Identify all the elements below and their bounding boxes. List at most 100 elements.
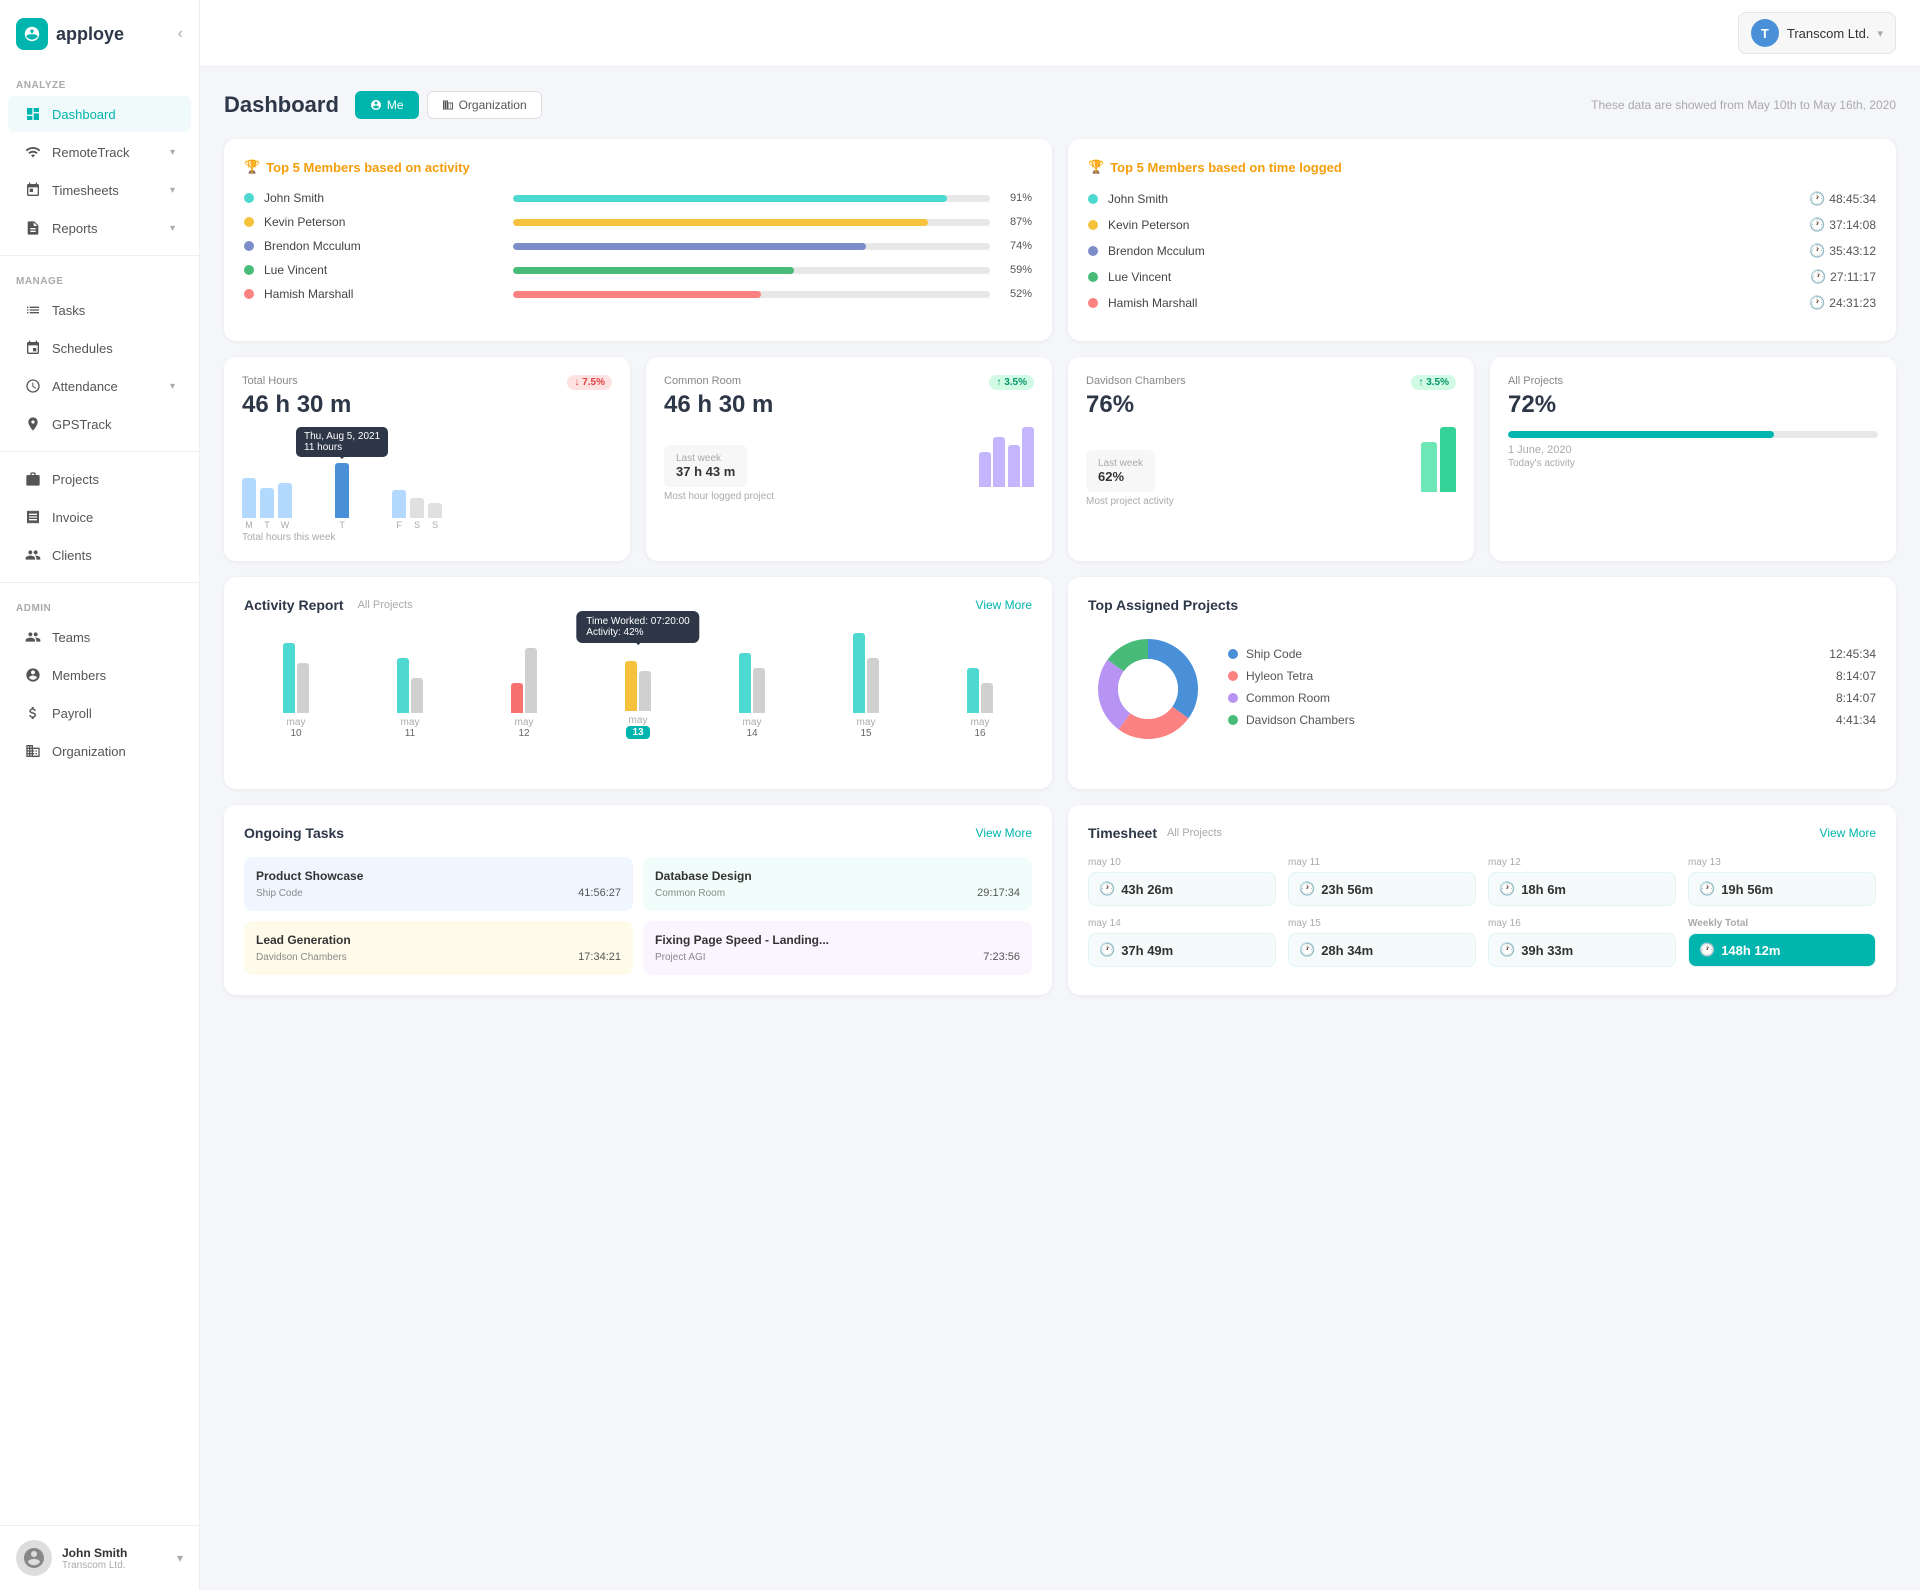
progress-fill	[513, 195, 947, 202]
cr-bar2	[993, 437, 1005, 487]
divider-1	[0, 255, 199, 256]
sidebar-item-dashboard[interactable]: Dashboard	[8, 96, 191, 132]
time-member-row: Lue Vincent 🕐 27:11:17	[1088, 269, 1876, 285]
davidson-lw-val: 62%	[1098, 469, 1143, 484]
user-avatar	[16, 1540, 52, 1576]
tasks-label: Tasks	[52, 303, 85, 318]
middle-row: Activity Report All Projects View More m…	[224, 577, 1896, 789]
ts-cell: may 11 🕐 23h 56m	[1288, 857, 1476, 906]
org-selector[interactable]: T Transcom Ltd. ▾	[1738, 12, 1896, 54]
member-dot	[244, 193, 254, 203]
act-date: may12	[515, 717, 534, 739]
tasks-view-more[interactable]: View More	[976, 826, 1032, 840]
davidson-sub: Most project activity	[1086, 496, 1456, 507]
member-name: Brendon Mcculum	[264, 239, 503, 253]
clock-icon: 🕐	[1810, 269, 1826, 285]
ts-date: may 11	[1288, 857, 1476, 868]
bar-label: S	[432, 520, 438, 530]
legend-time: 12:45:34	[1829, 647, 1876, 661]
act-bars-section	[397, 658, 423, 713]
activity-member-row: John Smith 91%	[244, 191, 1032, 205]
sidebar-item-payroll[interactable]: Payroll	[8, 695, 191, 731]
user-name: John Smith	[62, 1546, 127, 1560]
ts-clock-icon: 🕐	[1299, 881, 1315, 897]
bar-group: S	[410, 498, 424, 530]
tab-organization[interactable]: Organization	[427, 91, 542, 119]
member-dot	[244, 265, 254, 275]
bar-label: T	[264, 520, 270, 530]
trophy2-icon: 🏆	[1088, 159, 1104, 175]
donut-chart	[1088, 629, 1208, 752]
divider-3	[0, 582, 199, 583]
tab-me[interactable]: Me	[355, 91, 419, 119]
donut-legend: Ship Code 12:45:34 Hyleon Tetra 8:14:07 …	[1228, 647, 1876, 735]
davidson-label: Davidson Chambers	[1086, 375, 1186, 387]
sidebar-item-organization[interactable]: Organization	[8, 733, 191, 769]
sidebar-item-reports[interactable]: Reports ▾	[8, 210, 191, 246]
chart-bar	[260, 488, 274, 518]
topbar: T Transcom Ltd. ▾	[200, 0, 1920, 67]
sidebar-item-invoice[interactable]: Invoice	[8, 499, 191, 535]
member-name: John Smith	[1108, 192, 1335, 206]
act-bar-inactive	[525, 648, 537, 713]
ts-clock-icon: 🕐	[1099, 881, 1115, 897]
user-footer: John Smith Transcom Ltd. ▾	[0, 1525, 199, 1590]
act-date: may13	[626, 715, 649, 739]
sidebar-item-teams[interactable]: Teams	[8, 619, 191, 655]
cr-bar4	[1022, 427, 1034, 487]
member-dot	[244, 217, 254, 227]
sidebar-item-timesheets[interactable]: Timesheets ▾	[8, 172, 191, 208]
ongoing-tasks-header: Ongoing Tasks View More	[244, 825, 1032, 841]
logo-icon	[16, 18, 48, 50]
sidebar-item-gpstrack[interactable]: GPSTrack	[8, 406, 191, 442]
davidson-badge: ↑ 3.5%	[1411, 375, 1456, 390]
bottom-row: Ongoing Tasks View More Product Showcase…	[224, 805, 1896, 995]
total-hours-chart: M T W Thu, Aug 5, 202111 hours T F S	[242, 427, 612, 530]
ts-time-value: 43h 26m	[1121, 882, 1173, 897]
content-area: Dashboard Me Organization These data are…	[200, 67, 1920, 1035]
sidebar-item-clients[interactable]: Clients	[8, 537, 191, 573]
top-activity-card: 🏆 Top 5 Members based on activity John S…	[224, 139, 1052, 341]
act-month: may	[857, 717, 876, 728]
activity-view-more[interactable]: View More	[976, 598, 1032, 612]
ongoing-tasks-title: Ongoing Tasks	[244, 825, 344, 841]
sidebar: apploye ‹ Analyze Dashboard RemoteTrack …	[0, 0, 200, 1590]
legend-row: Hyleon Tetra 8:14:07	[1228, 669, 1876, 683]
bar-group: M	[242, 478, 256, 530]
ts-cell: may 10 🕐 43h 26m	[1088, 857, 1276, 906]
act-date: may10	[287, 717, 306, 739]
legend-time: 4:41:34	[1836, 713, 1876, 727]
user-chevron[interactable]: ▾	[177, 1551, 183, 1565]
legend-dot	[1228, 693, 1238, 703]
tab-me-label: Me	[387, 98, 404, 112]
sidebar-item-schedules[interactable]: Schedules	[8, 330, 191, 366]
ts-weekly-cell: Weekly Total 🕐 148h 12m	[1688, 918, 1876, 967]
act-day: 14	[746, 728, 757, 739]
activity-member-row: Lue Vincent 59%	[244, 263, 1032, 277]
task-item: Database Design Common Room 29:17:34	[643, 857, 1032, 911]
sidebar-item-projects[interactable]: Projects	[8, 461, 191, 497]
act-bars-section: Time Worked: 07:20:00Activity: 42%	[625, 661, 651, 711]
clients-icon	[24, 546, 42, 564]
sidebar-item-members[interactable]: Members	[8, 657, 191, 693]
sidebar-item-remotetrack[interactable]: RemoteTrack ▾	[8, 134, 191, 170]
activity-member-row: Brendon Mcculum 74%	[244, 239, 1032, 253]
ts-clock-icon: 🕐	[1299, 942, 1315, 958]
sidebar-item-tasks[interactable]: Tasks	[8, 292, 191, 328]
task-project: Davidson Chambers	[256, 952, 347, 963]
davidson-lastweek: Last week 62%	[1086, 450, 1155, 492]
remotetrack-label: RemoteTrack	[52, 145, 130, 160]
clients-label: Clients	[52, 548, 92, 563]
act-month: may	[743, 717, 762, 728]
act-month: may	[515, 717, 534, 728]
act-bars-section	[511, 648, 537, 713]
members-icon	[24, 666, 42, 684]
timesheet-view-more[interactable]: View More	[1820, 826, 1876, 840]
sidebar-item-attendance[interactable]: Attendance ▾	[8, 368, 191, 404]
member-name: Hamish Marshall	[1108, 296, 1335, 310]
top-assigned-header: Top Assigned Projects	[1088, 597, 1876, 613]
ts-date: may 10	[1088, 857, 1276, 868]
collapse-button[interactable]: ‹	[178, 25, 183, 43]
timesheet-grid: may 10 🕐 43h 26m may 11 🕐 23h 56m may 12…	[1088, 857, 1876, 967]
act-month: may	[626, 715, 649, 726]
